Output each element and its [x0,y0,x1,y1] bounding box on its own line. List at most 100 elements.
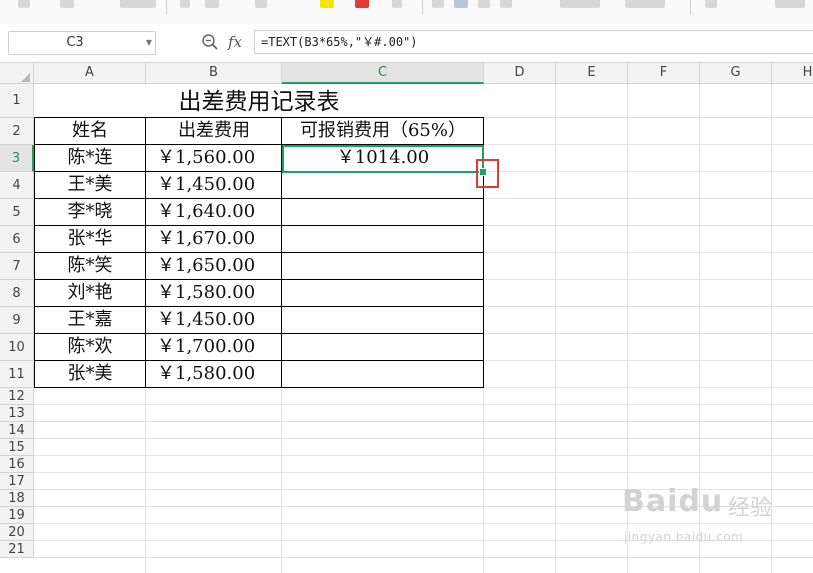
toolbar-icon[interactable] [775,0,805,8]
toolbar-icon[interactable] [205,0,219,8]
column-header-a[interactable]: A [34,63,146,83]
grid-line [34,421,813,422]
reimbursable-cell[interactable] [283,280,483,307]
table-border [34,387,484,388]
sheet-title[interactable]: 出差费用记录表 [34,85,484,117]
toolbar-icon[interactable] [560,0,600,8]
row-header-8[interactable]: 8 [0,280,34,307]
name-cell[interactable]: 王*美 [35,172,145,199]
cost-cell[interactable]: ￥1,670.00 [147,226,281,253]
row-header-17[interactable]: 17 [0,473,34,490]
toolbar-icon[interactable] [255,0,267,8]
reimbursable-cell[interactable] [283,361,483,388]
row-header-21[interactable]: 21 [0,541,34,558]
row-header-12[interactable]: 12 [0,388,34,405]
column-header-e[interactable]: E [556,63,628,83]
cost-cell[interactable]: ￥1,700.00 [147,334,281,361]
column-header-b[interactable]: B [146,63,282,83]
row-header-10[interactable]: 10 [0,334,34,361]
toolbar-icon[interactable] [180,0,190,8]
row-header-15[interactable]: 15 [0,439,34,456]
reimbursable-cell[interactable] [283,334,483,361]
watermark-label: 经验 [728,496,773,521]
name-cell[interactable]: 刘*艳 [35,280,145,307]
row-header-3[interactable]: 3 [0,145,34,172]
column-header-g[interactable]: G [700,63,772,83]
table-border [34,117,484,118]
toolbar-icon[interactable] [392,0,402,8]
row-header-7[interactable]: 7 [0,253,34,280]
header-cell-reimbursable[interactable]: 可报销费用（65%） [283,118,483,145]
align-icon[interactable] [432,0,444,8]
select-all-icon [21,73,30,82]
cost-cell[interactable]: ￥1,560.00 [147,145,281,172]
row-header-6[interactable]: 6 [0,226,34,253]
table-border [34,252,484,253]
name-cell[interactable]: 陈*笑 [35,253,145,280]
row-header-13[interactable]: 13 [0,405,34,422]
name-cell[interactable]: 张*美 [35,361,145,388]
toolbar-divider [422,0,423,14]
row-header-14[interactable]: 14 [0,422,34,439]
header-cell-name[interactable]: 姓名 [35,118,145,145]
align-center-icon[interactable] [454,0,468,8]
cost-cell[interactable]: ￥1,450.00 [147,172,281,199]
reimbursable-cell[interactable] [283,307,483,334]
cost-cell[interactable]: ￥1,580.00 [147,361,281,388]
zoom-icon[interactable] [200,32,220,52]
select-all-corner[interactable] [0,63,34,85]
toolbar-icon[interactable] [120,0,156,8]
header-cell-cost[interactable]: 出差费用 [147,118,281,145]
name-box[interactable]: C3 ▼ [8,31,156,55]
toolbar-icon[interactable] [625,0,665,8]
grid-line [34,404,813,405]
align-icon[interactable] [500,0,512,8]
toolbar-icon[interactable] [60,0,74,8]
row-header-9[interactable]: 9 [0,307,34,334]
toolbar-divider [690,0,691,14]
font-color-icon[interactable] [355,0,369,8]
grid-line [34,438,813,439]
toolbar-divider [166,0,167,14]
row-header-1[interactable]: 1 [0,84,34,118]
row-header-11[interactable]: 11 [0,361,34,388]
grid-line [34,455,813,456]
row-header-20[interactable]: 20 [0,524,34,541]
reimbursable-cell[interactable] [283,199,483,226]
align-icon[interactable] [478,0,490,8]
name-cell[interactable]: 张*华 [35,226,145,253]
row-header-19[interactable]: 19 [0,507,34,524]
column-header-f[interactable]: F [628,63,700,83]
reimbursable-cell[interactable] [283,172,483,199]
fx-icon[interactable]: fx [228,32,248,52]
row-header-18[interactable]: 18 [0,490,34,507]
cost-cell[interactable]: ￥1,650.00 [147,253,281,280]
formula-input[interactable]: =TEXT(B3*65%,"￥#.00") [254,30,813,54]
chevron-down-icon[interactable]: ▼ [146,32,152,54]
grid-line [555,84,556,573]
name-cell[interactable]: 陈*欢 [35,334,145,361]
cost-cell[interactable]: ￥1,580.00 [147,280,281,307]
cost-cell[interactable]: ￥1,640.00 [147,199,281,226]
table-border [34,306,484,307]
annotation-highlight-box [476,159,499,188]
highlight-color-icon[interactable] [320,0,334,8]
name-cell[interactable]: 陈*连 [35,145,145,172]
reimbursable-cell[interactable] [283,253,483,280]
row-header-2[interactable]: 2 [0,118,34,145]
row-header-16[interactable]: 16 [0,456,34,473]
table-border [145,117,146,388]
cost-cell[interactable]: ￥1,450.00 [147,307,281,334]
column-header-c[interactable]: C [282,63,484,84]
toolbar-icon[interactable] [18,0,30,8]
row-header-4[interactable]: 4 [0,172,34,199]
toolbar-icon[interactable] [705,0,717,8]
reimbursable-cell[interactable] [283,226,483,253]
name-cell[interactable]: 王*嘉 [35,307,145,334]
row-header-5[interactable]: 5 [0,199,34,226]
name-box-value: C3 [66,35,84,50]
column-header-d[interactable]: D [484,63,556,83]
name-cell[interactable]: 李*晓 [35,199,145,226]
column-header-h[interactable]: H [772,63,813,83]
table-border [34,360,484,361]
